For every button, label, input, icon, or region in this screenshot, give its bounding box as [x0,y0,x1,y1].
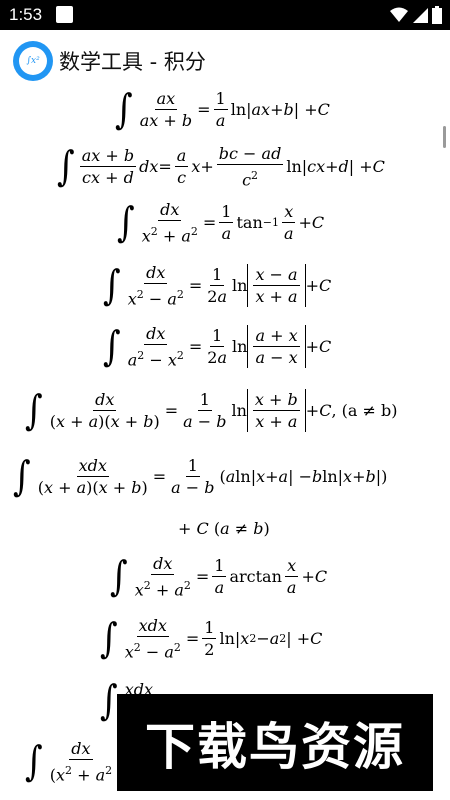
status-bar: 1:53 [0,0,450,30]
status-time: 1:53 [9,5,43,24]
formula-6: ∫ dx (x + a)(x + b) = 1a − b ln x + bx + a… [25,386,398,435]
formula-1: ∫ ax ax + b = 1 a ln| ax + b | + C [115,85,330,134]
formula-7: ∫ xdx (x + a)(x + b) = 1a − b(a ln| x + a | … [13,452,388,501]
app-title: 数学工具 - 积分 [59,50,206,74]
scrollbar-thumb[interactable] [443,126,446,148]
formula-11: ∫ dx (x2 + a2 [25,737,113,786]
formula-2: ∫ ax + b cx + d dx = acx + bc − ad c2 ln| cx … [57,142,385,191]
formula-7-cont: + C (a ≠ b) [178,519,270,538]
formula-3: ∫ dx x2 + a2 = 1 a tan −1 xa + C [117,198,325,247]
signal-icon [413,8,428,23]
formula-9: ∫ xdx x2 − a2 = 1 2 ln| x 2 − a 2 | + C [100,614,323,663]
formula-8: ∫ dx x2 + a2 = 1 a arctan xa + C [110,552,328,601]
battery-icon [432,6,442,24]
app-logo-icon: ∫x² [13,41,53,81]
formula-4: ∫ dx x2 − a2 = 1 2a ln x − ax + a + C [103,261,332,310]
wifi-icon [390,7,408,22]
notification-icon [56,6,73,23]
watermark-banner: 下载鸟资源 [117,694,433,791]
watermark-text: 下载鸟资源 [145,717,405,776]
formula-5: ∫ dx a2 − x2 = 1 2a ln a + xa − x + C [103,322,332,371]
